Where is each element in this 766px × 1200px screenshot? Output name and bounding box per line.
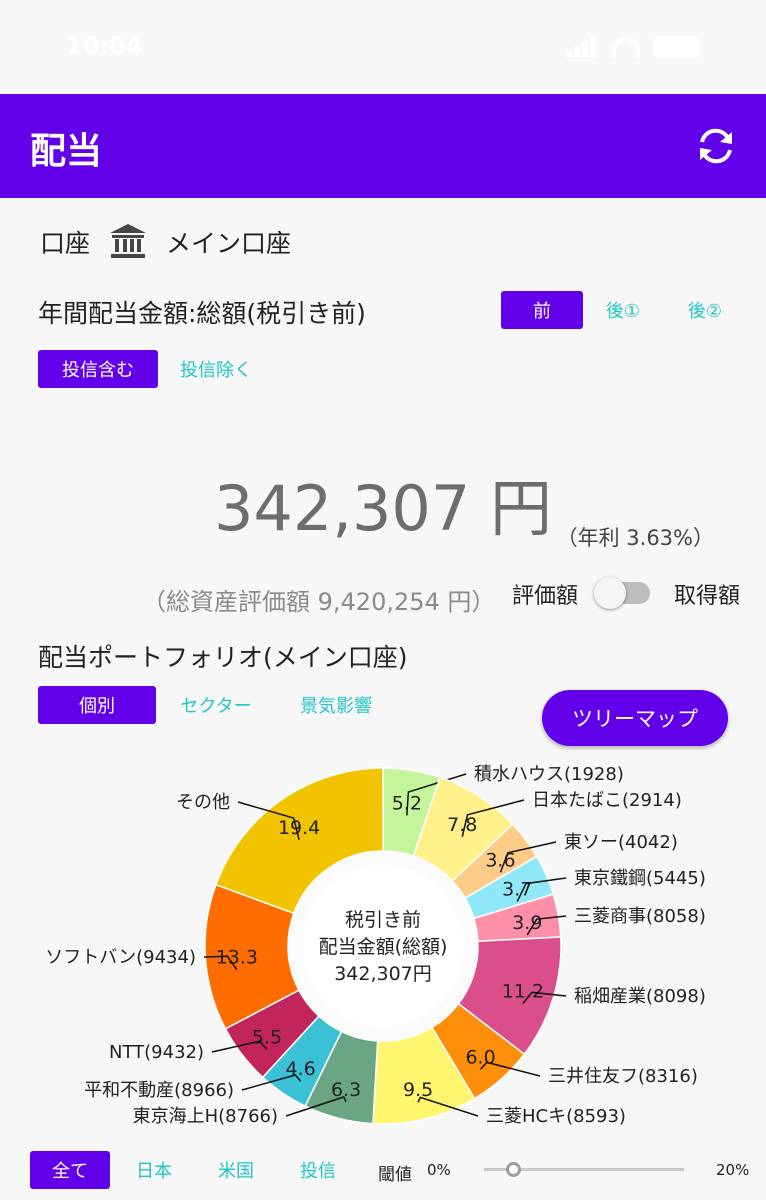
slice-name-label: 三菱HCキ(8593) xyxy=(486,1106,626,1127)
donut-center-text: 税引き前 xyxy=(345,909,421,931)
slice-value-label: 5.5 xyxy=(252,1026,282,1048)
view-individual-button[interactable]: 個別 xyxy=(38,686,156,724)
battery-icon xyxy=(654,36,700,58)
slice-value-label: 7.8 xyxy=(447,814,477,836)
annual-yield: （年利 3.63%） xyxy=(556,526,714,550)
include-funds-button[interactable]: 投信含む xyxy=(38,350,158,388)
account-row[interactable]: 口座 メイン口座 xyxy=(40,222,291,262)
slice-name-label: NTT(9432) xyxy=(109,1042,204,1063)
slice-value-label: 3.7 xyxy=(502,878,532,900)
slice-name-label: 稲畑産業(8098) xyxy=(574,986,706,1007)
donut-center-text: 342,307円 xyxy=(334,963,432,985)
toggle-label-cost: 取得額 xyxy=(674,584,741,609)
refresh-icon xyxy=(700,128,732,164)
threshold-label: 閾値 xyxy=(378,1165,412,1185)
tax-after1-button[interactable]: 後① xyxy=(590,291,656,329)
slice-name-label: 東京鐵鋼(5445) xyxy=(574,868,706,889)
threshold-min-label: 0% xyxy=(427,1161,451,1179)
treemap-button[interactable]: ツリーマップ xyxy=(542,690,728,746)
view-economy-button[interactable]: 景気影響 xyxy=(286,686,386,724)
slice-value-label: 19.4 xyxy=(278,817,320,839)
threshold-slider-thumb[interactable] xyxy=(506,1162,521,1177)
filter-funds-button[interactable]: 投信 xyxy=(288,1151,348,1189)
slice-value-label: 6.3 xyxy=(331,1079,361,1101)
slice-name-label: 三井住友フ(8316) xyxy=(548,1066,698,1087)
bank-icon xyxy=(110,224,147,258)
toggle-label-valuation: 評価額 xyxy=(512,584,579,609)
dividend-donut-chart: 5.2積水ハウス(1928)7.8日本たばこ(2914)3.6東ソー(4042)… xyxy=(45,764,706,1127)
slice-value-label: 9.5 xyxy=(403,1079,433,1101)
view-sector-button[interactable]: セクター xyxy=(170,686,262,724)
threshold-max-label: 20% xyxy=(716,1161,750,1179)
slice-value-label: 13.3 xyxy=(216,947,258,969)
filter-us-button[interactable]: 米国 xyxy=(206,1151,266,1189)
donut-center-text: 配当金額(総額) xyxy=(319,936,448,958)
account-label: 口座 xyxy=(40,229,91,258)
status-bar: 10:04 xyxy=(0,0,766,94)
slice-name-label: 三菱商事(8058) xyxy=(574,906,706,927)
filter-japan-button[interactable]: 日本 xyxy=(124,1151,184,1189)
slice-name-label: 東ソー(4042) xyxy=(564,832,678,853)
total-assets: （総資産評価額 9,420,254 円） xyxy=(142,588,496,616)
slice-name-label: 平和不動産(8966) xyxy=(84,1080,234,1101)
annual-dividend-label: 年間配当金額:総額(税引き前) xyxy=(38,299,366,328)
filter-all-button[interactable]: 全て xyxy=(30,1151,110,1189)
slice-value-label: 3.9 xyxy=(512,912,542,934)
slice-name-label: 日本たばこ(2914) xyxy=(532,790,682,811)
slice-name-label: 東京海上H(8766) xyxy=(133,1106,278,1127)
slice-name-label: 積水ハウス(1928) xyxy=(474,764,624,785)
tax-before-button[interactable]: 前 xyxy=(501,291,583,329)
tax-after2-button[interactable]: 後② xyxy=(672,291,738,329)
wifi-icon xyxy=(612,37,640,57)
portfolio-title: 配当ポートフォリオ(メイン口座) xyxy=(38,643,408,672)
status-time: 10:04 xyxy=(66,32,143,60)
slice-value-label: 11.2 xyxy=(502,981,544,1003)
refresh-button[interactable] xyxy=(690,120,742,172)
exclude-funds-button[interactable]: 投信除く xyxy=(170,350,262,388)
switch-thumb xyxy=(594,577,626,609)
status-icons xyxy=(566,36,700,58)
slice-name-label: ソフトバン(9434) xyxy=(45,947,196,968)
account-name: メイン口座 xyxy=(166,229,292,258)
slice-value-label: 6.0 xyxy=(465,1046,495,1068)
signal-icon xyxy=(566,37,598,57)
page-title: 配当 xyxy=(30,131,103,172)
slice-name-label: その他 xyxy=(176,792,230,813)
valuation-toggle-switch[interactable] xyxy=(594,577,652,609)
app-bar: 配当 xyxy=(0,94,766,198)
